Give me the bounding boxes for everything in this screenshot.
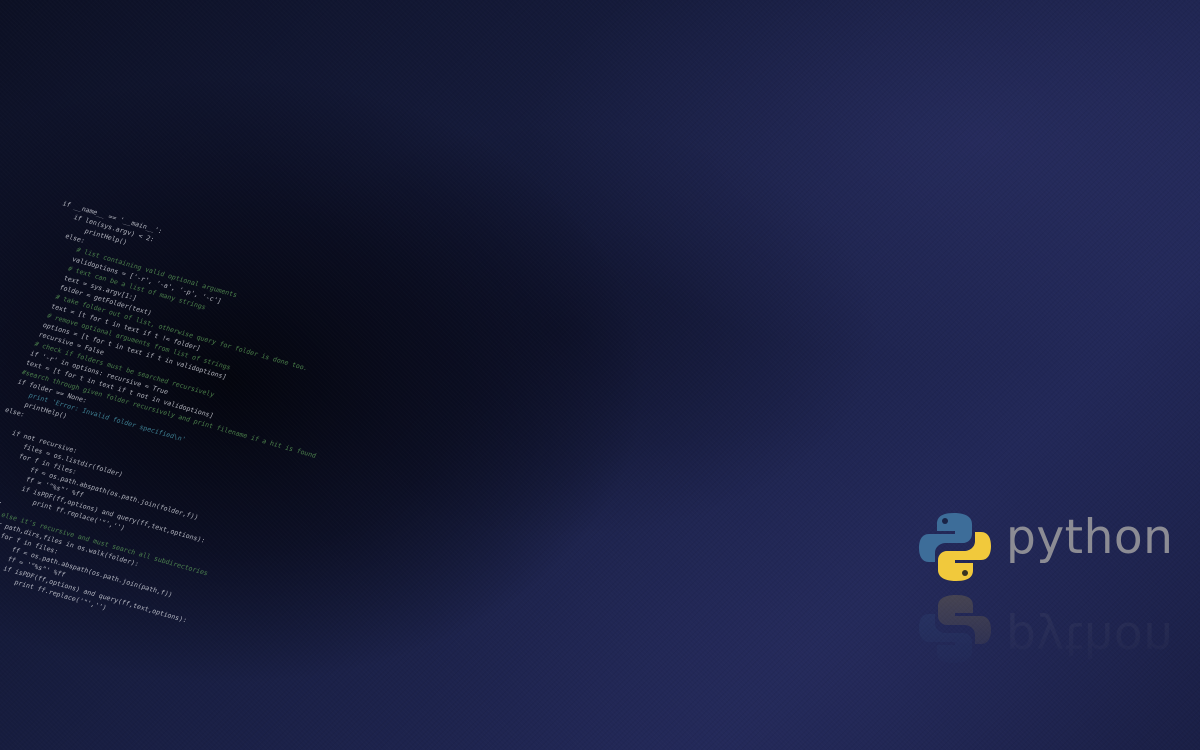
python-logo-reflection: python [918, 590, 1188, 668]
python-logo-main: python [918, 508, 1188, 586]
python-snakes-reflection-icon [919, 595, 991, 663]
python-snakes-icon [919, 513, 991, 581]
python-wordmark-reflection: python [1006, 611, 1174, 666]
python-logo: python python [918, 508, 1188, 670]
python-wordmark: python [1006, 510, 1174, 565]
desktop-wallpaper: if __name__ == '__main__': if len(sys.ar… [0, 0, 1200, 750]
